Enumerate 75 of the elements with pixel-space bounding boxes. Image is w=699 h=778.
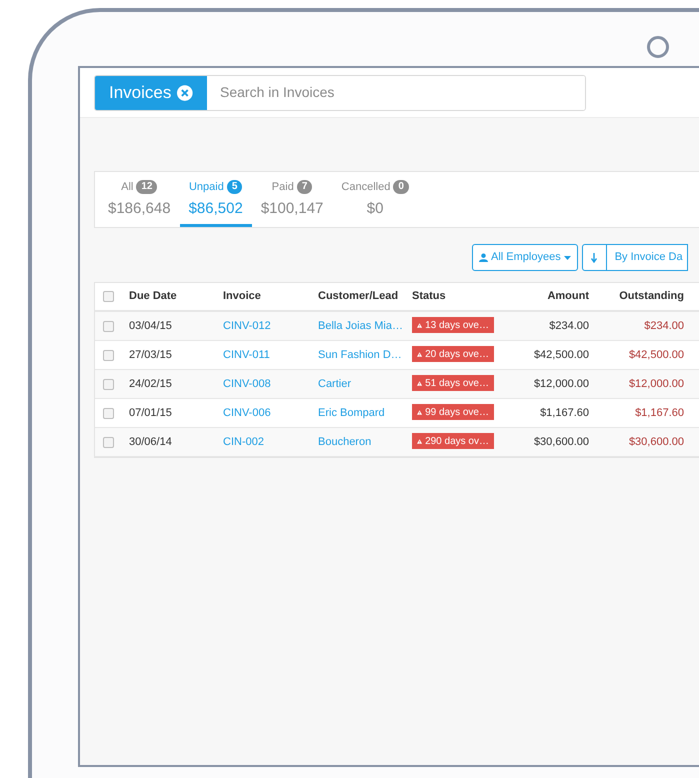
status-tab[interactable]: All 12 $186,648 [99, 172, 180, 227]
tab-label: All [121, 180, 134, 195]
table-cell-text: $1,167.60 [634, 406, 685, 421]
checkbox[interactable] [102, 408, 114, 418]
overdue-badge: 13 days ove… [412, 317, 494, 333]
invoice-link[interactable]: CINV-008 [223, 378, 271, 390]
tab-amount: $86,502 [188, 198, 243, 218]
table-cell-text: $30,600.00 [628, 434, 685, 450]
table-cell-text: $234.00 [548, 318, 590, 334]
overdue-badge: 99 days ove… [412, 404, 494, 420]
invoice-link[interactable]: CINV-011 [223, 348, 270, 361]
customer-link[interactable]: Boucheron [318, 436, 372, 448]
table-cell-text: $42,500.00 [628, 348, 685, 363]
table-cell-text: $12,000.00 [628, 376, 685, 392]
count-badge: 0 [393, 180, 409, 194]
tab-amount: $186,648 [108, 198, 171, 218]
overdue-badge: 51 days ove… [412, 375, 494, 391]
column-header: Due Date [128, 289, 178, 304]
checkbox[interactable] [102, 291, 114, 302]
column-header: Outstanding [618, 289, 685, 304]
table-row[interactable]: 30/06/14 CIN-002 Boucheron 290 days ov… $30,600.00 $30,600.00 [95, 428, 699, 457]
count-badge: 5 [226, 180, 242, 194]
table-cell-text: 03/04/15 [128, 318, 173, 334]
count-badge: 7 [296, 180, 312, 194]
warning-icon [417, 436, 422, 446]
search-bar[interactable]: Invoices Search in Invoices [94, 74, 586, 110]
table-cell-text: 07/01/15 [128, 406, 173, 421]
checkbox[interactable] [102, 378, 114, 390]
employees-dropdown[interactable]: All Employees [472, 244, 578, 271]
invoice-link[interactable]: CINV-006 [223, 406, 271, 419]
tab-amount: $0 [366, 198, 384, 218]
column-header: Status [411, 289, 447, 304]
count-badge: 12 [136, 180, 158, 194]
warning-icon [417, 350, 422, 358]
tab-label: Cancelled [341, 180, 390, 195]
warning-icon [417, 378, 422, 388]
tab-amount: $100,147 [260, 198, 324, 218]
scope-label: Invoices [109, 82, 172, 104]
warning-icon [417, 408, 422, 416]
column-header: Customer/Lead [317, 289, 400, 304]
table-cell-text: $1,167.60 [539, 406, 590, 421]
table-cell-text: $30,600.00 [532, 434, 590, 450]
tab-label: Unpaid [188, 180, 224, 195]
table-cell-text: 30/06/14 [128, 434, 173, 450]
column-header: Invoice [222, 289, 262, 304]
arrow-down-icon [591, 252, 598, 262]
scope-chip[interactable]: Invoices [95, 76, 207, 110]
status-tab[interactable]: Paid 7 $100,147 [252, 172, 332, 227]
customer-link[interactable]: Sun Fashion D… [318, 348, 402, 361]
customer-link[interactable]: Eric Bompard [318, 406, 385, 419]
table-cell-text: $12,000.00 [532, 376, 590, 392]
checkbox[interactable] [102, 320, 114, 332]
status-tab[interactable]: Cancelled 0 $0 [332, 172, 418, 227]
table-cell-text: 27/03/15 [128, 348, 173, 363]
invoice-link[interactable]: CIN-002 [223, 436, 264, 448]
table-cell-text: 24/02/15 [128, 376, 173, 392]
overdue-badge: 290 days ov… [412, 433, 494, 449]
customer-link[interactable]: Cartier [318, 378, 352, 390]
table-cell-text: $42,500.00 [532, 348, 590, 363]
overdue-badge: 20 days ove… [412, 346, 494, 362]
tab-label: Paid [272, 180, 294, 195]
caret-icon [564, 256, 571, 260]
checkbox[interactable] [102, 350, 114, 360]
table-cell-text: $234.00 [643, 318, 685, 334]
close-icon[interactable] [177, 84, 193, 100]
invoice-link[interactable]: CINV-012 [223, 320, 271, 332]
status-tab[interactable]: Unpaid 5 $86,502 [180, 172, 252, 227]
customer-link[interactable]: Bella Joias Mia… [318, 320, 403, 332]
table-row[interactable]: 03/04/15 CINV-012 Bella Joias Mia… 13 days ove… $234.00 $234.00 [95, 312, 699, 341]
warning-icon [417, 320, 422, 330]
checkbox[interactable] [102, 436, 114, 448]
user-icon [479, 253, 488, 262]
camera-icon [647, 36, 669, 58]
column-header: Amount [546, 289, 590, 304]
table-row[interactable]: 24/02/15 CINV-008 Cartier 51 days ove… $12,000.00 $12,000.00 [95, 370, 699, 399]
